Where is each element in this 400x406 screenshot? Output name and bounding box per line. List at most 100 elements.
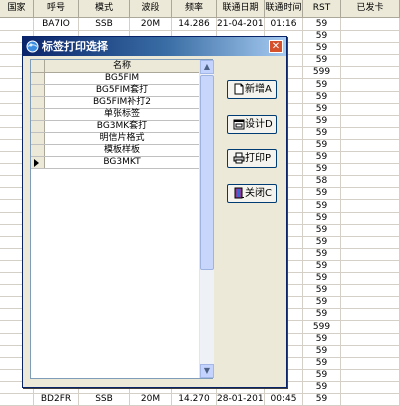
- cell-card-sent[interactable]: [341, 175, 400, 189]
- list-item[interactable]: BG5FIM补打2: [31, 97, 199, 109]
- cell-card-sent[interactable]: [341, 320, 400, 334]
- scroll-thumb[interactable]: [200, 75, 214, 270]
- cell-rst[interactable]: 59: [303, 296, 341, 310]
- cell-date[interactable]: 21-04-2012: [217, 18, 265, 31]
- cell-rst[interactable]: 59: [303, 102, 341, 116]
- cell-card-sent[interactable]: [341, 356, 400, 370]
- cell-callsign[interactable]: BA7IO: [34, 18, 79, 31]
- list-header-name[interactable]: 名称: [45, 60, 199, 72]
- cell-rst[interactable]: 599: [303, 66, 341, 80]
- row-selector[interactable]: [31, 121, 45, 132]
- row-selector[interactable]: [31, 157, 45, 168]
- cell-country[interactable]: [0, 393, 34, 406]
- cell-card-sent[interactable]: [341, 223, 400, 237]
- cell-card-sent[interactable]: [341, 139, 400, 152]
- cell-band[interactable]: 20M: [130, 393, 172, 406]
- cell-card-sent[interactable]: [341, 247, 400, 261]
- cell-rst[interactable]: 59: [303, 163, 341, 177]
- cell-time[interactable]: 00:45: [265, 393, 303, 406]
- cell-card-sent[interactable]: [341, 344, 400, 358]
- cell-rst[interactable]: 59: [303, 42, 341, 56]
- table-row[interactable]: BD2FR SSB 20M 14.270 28-01-2012 00:45 59: [0, 393, 400, 406]
- cell-mode[interactable]: SSB: [79, 393, 130, 406]
- cell-rst[interactable]: 59: [303, 356, 341, 370]
- cell-time[interactable]: 01:16: [265, 18, 303, 31]
- new-button[interactable]: 新增A: [227, 80, 277, 99]
- cell-rst[interactable]: 59: [303, 272, 341, 286]
- list-item[interactable]: 模板样板: [31, 145, 199, 157]
- cell-card-sent[interactable]: [341, 199, 400, 213]
- cell-card-sent[interactable]: [341, 368, 400, 382]
- col-header-callsign[interactable]: 呼号: [34, 0, 79, 17]
- cell-rst[interactable]: 59: [303, 187, 341, 201]
- list-item[interactable]: 明信片格式: [31, 133, 199, 145]
- cell-card-sent[interactable]: [341, 30, 400, 44]
- cell-date[interactable]: 28-01-2012: [217, 393, 265, 406]
- cell-card-sent[interactable]: [341, 296, 400, 310]
- row-selector[interactable]: [31, 109, 45, 120]
- cell-rst[interactable]: 59: [303, 308, 341, 322]
- cell-rst[interactable]: 59: [303, 344, 341, 358]
- cell-card-sent[interactable]: [341, 284, 400, 298]
- col-header-date[interactable]: 联通日期: [217, 0, 265, 17]
- scroll-up-button[interactable]: ▲: [200, 60, 214, 74]
- cell-rst[interactable]: 59: [303, 368, 341, 382]
- cell-card-sent[interactable]: [341, 90, 400, 104]
- cell-card-sent[interactable]: [341, 272, 400, 286]
- row-selector[interactable]: [31, 73, 45, 84]
- cell-card-sent[interactable]: [341, 393, 400, 406]
- list-item[interactable]: BG5FIM: [31, 73, 199, 85]
- close-button[interactable]: 关闭C: [227, 184, 277, 203]
- cell-card-sent[interactable]: [341, 308, 400, 322]
- table-row[interactable]: BA7IO SSB 20M 14.286 21-04-2012 01:16 59: [0, 18, 400, 31]
- cell-callsign[interactable]: BD2FR: [34, 393, 79, 406]
- cell-card-sent[interactable]: [341, 114, 400, 128]
- cell-card-sent[interactable]: [341, 211, 400, 225]
- col-header-time[interactable]: 联通时间: [265, 0, 303, 17]
- cell-rst[interactable]: 59: [303, 199, 341, 213]
- cell-card-sent[interactable]: [341, 54, 400, 68]
- cell-rst[interactable]: 59: [303, 90, 341, 104]
- cell-card-sent[interactable]: [341, 78, 400, 92]
- cell-card-sent[interactable]: [341, 42, 400, 56]
- cell-card-sent[interactable]: [341, 151, 400, 165]
- cell-rst[interactable]: 59: [303, 151, 341, 165]
- col-header-country[interactable]: 国家: [0, 0, 34, 17]
- cell-frequency[interactable]: 14.270: [172, 393, 217, 406]
- col-header-rst[interactable]: RST: [303, 0, 341, 17]
- col-header-frequency[interactable]: 频率: [172, 0, 217, 17]
- cell-card-sent[interactable]: [341, 260, 400, 273]
- close-window-button[interactable]: ✕: [269, 40, 283, 53]
- cell-rst[interactable]: 59: [303, 332, 341, 346]
- cell-card-sent[interactable]: [341, 332, 400, 346]
- cell-rst[interactable]: 59: [303, 393, 341, 406]
- cell-band[interactable]: 20M: [130, 18, 172, 31]
- cell-card-sent[interactable]: [341, 18, 400, 31]
- cell-card-sent[interactable]: [341, 235, 400, 249]
- row-selector[interactable]: [31, 133, 45, 144]
- cell-country[interactable]: [0, 18, 34, 31]
- row-selector[interactable]: [31, 85, 45, 96]
- list-item[interactable]: 单张标签: [31, 109, 199, 121]
- cell-rst[interactable]: 59: [303, 211, 341, 225]
- col-header-band[interactable]: 波段: [130, 0, 172, 17]
- cell-card-sent[interactable]: [341, 126, 400, 140]
- cell-rst[interactable]: 59: [303, 381, 341, 394]
- cell-rst[interactable]: 59: [303, 54, 341, 68]
- design-button[interactable]: 设计D: [227, 115, 277, 134]
- dialog-titlebar[interactable]: 标签打印选择 ✕: [23, 37, 286, 56]
- cell-rst[interactable]: 59: [303, 247, 341, 261]
- cell-card-sent[interactable]: [341, 66, 400, 80]
- cell-rst[interactable]: 59: [303, 260, 341, 273]
- cell-rst[interactable]: 59: [303, 30, 341, 44]
- cell-rst[interactable]: 59: [303, 223, 341, 237]
- cell-rst[interactable]: 599: [303, 320, 341, 334]
- col-header-card-sent[interactable]: 已发卡: [341, 0, 400, 17]
- list-item[interactable]: BG3MK套打: [31, 121, 199, 133]
- list-vertical-scrollbar[interactable]: ▲ ▼: [199, 60, 214, 378]
- col-header-mode[interactable]: 模式: [79, 0, 130, 17]
- cell-frequency[interactable]: 14.286: [172, 18, 217, 31]
- cell-rst[interactable]: 59: [303, 114, 341, 128]
- cell-card-sent[interactable]: [341, 381, 400, 394]
- row-selector[interactable]: [31, 145, 45, 156]
